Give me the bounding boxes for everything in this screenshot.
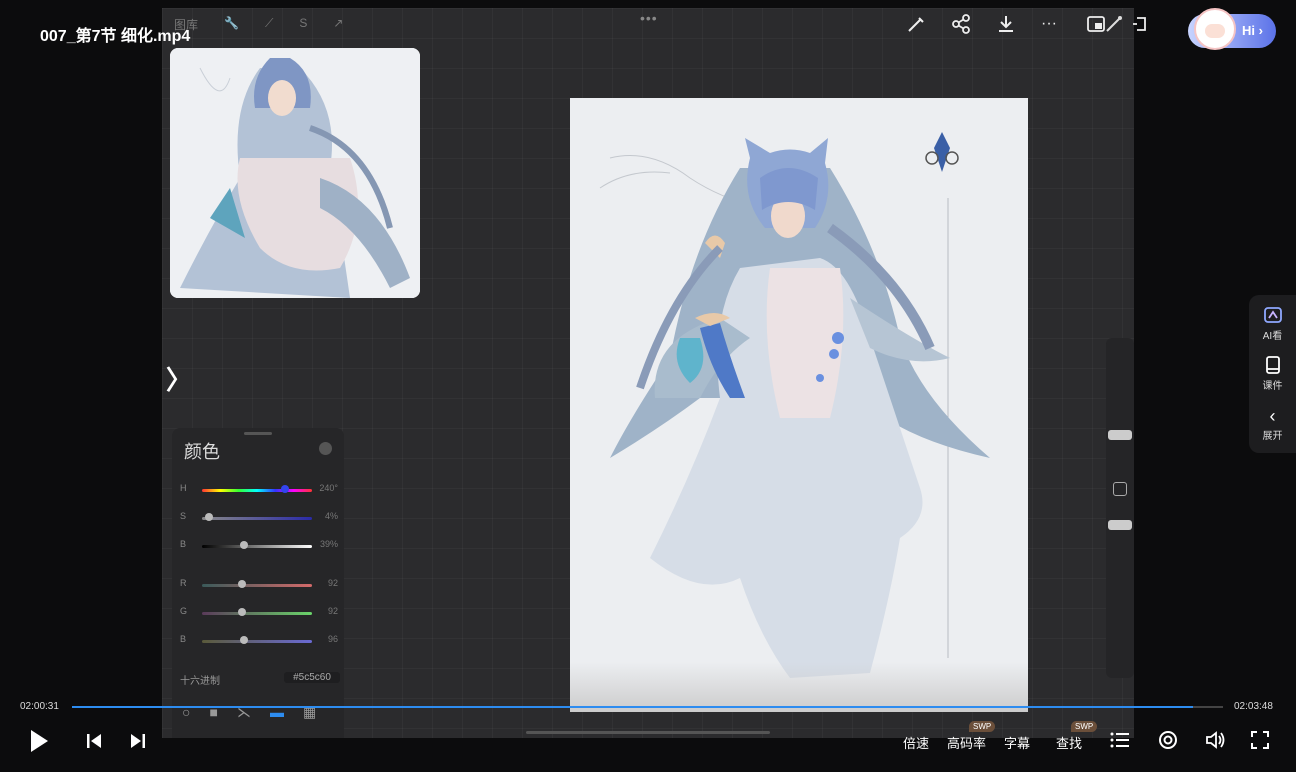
- slider-label: G: [180, 606, 188, 616]
- swp-badge: SWP: [969, 721, 996, 732]
- slider-track[interactable]: [202, 517, 312, 520]
- slider-value: 240°: [319, 483, 338, 493]
- volume-icon[interactable]: [1205, 730, 1227, 755]
- panel-grip[interactable]: [244, 432, 272, 435]
- next-button[interactable]: [130, 733, 146, 754]
- slider-value: 92: [327, 578, 338, 588]
- hex-row: 十六进制 #5c5c60: [180, 672, 342, 687]
- panel-toggle-chevron-icon[interactable]: 〉: [166, 360, 192, 397]
- reference-image: [170, 48, 420, 298]
- chevron-left-icon: ‹: [1269, 406, 1276, 426]
- slider-knob[interactable]: [238, 608, 246, 616]
- brush-size-opacity-slider[interactable]: [1106, 338, 1134, 678]
- subtitle-button[interactable]: 字幕: [1004, 733, 1030, 752]
- progress-fill: [72, 706, 1194, 708]
- expand-label: 展开: [1262, 431, 1283, 442]
- ai-watch-label: AI看: [1262, 331, 1283, 342]
- slider-label: S: [180, 511, 187, 521]
- side-panel: AI看 课件 ‹ 展开: [1249, 295, 1296, 453]
- brightness-slider[interactable]: B 39%: [180, 538, 342, 554]
- total-time: 02:03:48: [1234, 701, 1273, 712]
- courseware-label: 课件: [1262, 381, 1283, 392]
- hex-input[interactable]: #5c5c60: [284, 672, 340, 683]
- slider-knob[interactable]: [240, 541, 248, 549]
- play-button[interactable]: [28, 728, 50, 759]
- more-icon[interactable]: ···: [1041, 14, 1061, 34]
- playlist-icon[interactable]: [1110, 731, 1130, 754]
- previous-button[interactable]: [86, 733, 102, 754]
- close-icon[interactable]: [319, 442, 332, 455]
- slider-value: 92: [327, 606, 338, 616]
- slider-value: 4%: [324, 511, 338, 521]
- saturation-slider[interactable]: S 4%: [180, 510, 342, 526]
- canvas-fade: [570, 662, 1028, 712]
- courseware-button[interactable]: 课件: [1249, 355, 1296, 392]
- download-icon[interactable]: [996, 14, 1016, 34]
- drawing-canvas[interactable]: [570, 98, 1028, 712]
- quality-button[interactable]: 高码率: [947, 733, 986, 752]
- pin-window-icon[interactable]: [1131, 14, 1151, 34]
- slider-knob[interactable]: [238, 580, 246, 588]
- speed-button[interactable]: 倍速: [903, 733, 929, 752]
- progress-bar[interactable]: [72, 706, 1223, 708]
- ai-watch-icon: [1249, 305, 1296, 327]
- color-panel: 颜色 H 240° S 4% B 39% R 92 G 92 B 96 十六进制…: [172, 428, 344, 738]
- opacity-slider-thumb[interactable]: [1108, 520, 1132, 530]
- slider-track[interactable]: [202, 489, 312, 492]
- transform-icon: ↗: [333, 16, 344, 30]
- wrench-icon: 🔧: [224, 16, 239, 30]
- selection-icon: S: [299, 16, 308, 30]
- brush-icon[interactable]: [906, 14, 926, 34]
- slider-value: 39%: [319, 539, 338, 549]
- toolbar-left-tools: 图库 🔧 ⟋ S ↗: [174, 16, 343, 33]
- current-time: 02:00:31: [20, 701, 59, 712]
- assistant-avatar: [1194, 8, 1236, 50]
- hi-label: Hi ›: [1242, 23, 1263, 38]
- adjustments-icon: ⟋: [264, 16, 274, 30]
- slider-label: R: [180, 578, 187, 588]
- red-slider[interactable]: R 92: [180, 577, 342, 593]
- slider-value: 96: [327, 634, 338, 644]
- picture-in-picture-icon[interactable]: [1086, 14, 1106, 34]
- slider-track[interactable]: [202, 640, 312, 643]
- blue-slider[interactable]: B 96: [180, 633, 342, 649]
- size-slider-thumb[interactable]: [1108, 430, 1132, 440]
- ai-assistant-chip[interactable]: Hi ›: [1188, 8, 1276, 50]
- video-frame[interactable]: 图库 🔧 ⟋ S ↗ ••• 〉 颜色 H 240° S 4% B 39% R …: [162, 8, 1134, 738]
- fullscreen-icon[interactable]: [1251, 731, 1269, 754]
- swp-badge: SWP: [1071, 721, 1098, 732]
- video-file-title: 007_第7节 细化.mp4: [40, 28, 191, 45]
- slider-knob[interactable]: [240, 636, 248, 644]
- slider-track[interactable]: [202, 612, 312, 615]
- slider-knob[interactable]: [205, 513, 213, 521]
- hue-slider[interactable]: H 240°: [180, 482, 342, 498]
- slider-track[interactable]: [202, 584, 312, 587]
- search-button[interactable]: 查找: [1056, 733, 1082, 752]
- expand-button[interactable]: ‹ 展开: [1249, 405, 1296, 442]
- danmaku-settings-icon[interactable]: [1158, 730, 1178, 755]
- book-icon: [1249, 355, 1296, 377]
- player-top-icons: ···: [906, 14, 1151, 34]
- hex-label: 十六进制: [180, 676, 220, 687]
- slider-label: H: [180, 483, 187, 493]
- color-panel-title: 颜色: [184, 442, 220, 462]
- slider-label: B: [180, 539, 187, 549]
- slider-knob[interactable]: [281, 485, 289, 493]
- slider-track[interactable]: [202, 545, 312, 548]
- modify-button[interactable]: [1113, 482, 1127, 496]
- green-slider[interactable]: G 92: [180, 605, 342, 621]
- share-icon[interactable]: [951, 14, 971, 34]
- home-indicator: [526, 731, 770, 734]
- ai-watch-button[interactable]: AI看: [1249, 305, 1296, 342]
- more-dots-icon: •••: [640, 10, 658, 26]
- slider-label: B: [180, 634, 187, 644]
